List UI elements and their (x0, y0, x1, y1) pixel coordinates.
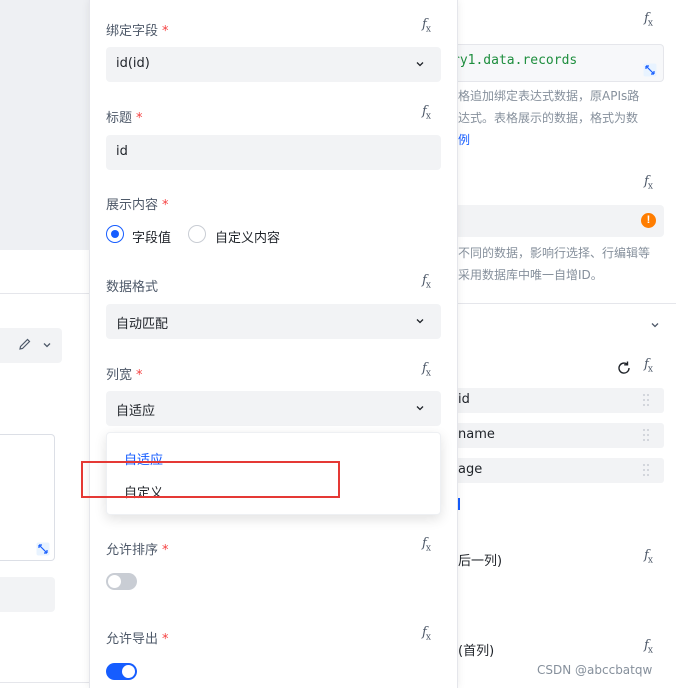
data-format-select[interactable]: 自动匹配 (106, 304, 441, 339)
pencil-icon[interactable] (18, 337, 32, 351)
help-text: 达式。表格展示的数据，格式为数 (458, 111, 639, 125)
column-field-row[interactable]: id (454, 388, 664, 413)
expand-icon[interactable] (643, 63, 657, 77)
allow-export-label: 允许导出 * (106, 632, 169, 647)
divider (458, 303, 676, 304)
chevron-down-icon (416, 406, 424, 411)
fx-icon[interactable]: fx (422, 17, 431, 35)
background-left-panel (0, 0, 90, 688)
chevron-down-icon (416, 319, 424, 324)
fx-icon[interactable]: fx (644, 638, 653, 656)
allow-export-toggle[interactable] (106, 663, 137, 680)
warning-icon: ! (641, 213, 656, 228)
column-width-select[interactable]: 自适应 (106, 391, 441, 426)
field-name: name (458, 427, 495, 442)
edit-dropdown[interactable] (0, 328, 62, 363)
primary-key-input[interactable]: ! (452, 205, 664, 237)
title-label: 标题 * (106, 111, 143, 126)
fx-icon[interactable]: fx (644, 11, 653, 29)
fx-icon[interactable]: fx (644, 174, 653, 192)
radio-field-value[interactable] (106, 225, 124, 243)
divider (0, 293, 90, 294)
bind-field-value: id(id) (116, 56, 150, 71)
toggle-knob (122, 665, 135, 678)
help-text: 不同的数据，影响行选择、行编辑等 (458, 246, 651, 260)
fx-icon[interactable]: fx (422, 273, 431, 291)
title-input[interactable]: id (106, 135, 441, 170)
data-source-expression[interactable]: ry1.data.records (452, 44, 664, 82)
expression-textarea[interactable] (0, 434, 55, 561)
expression-code: ry1.data.records (452, 53, 578, 68)
fx-icon[interactable]: fx (422, 625, 431, 643)
radio-label[interactable]: 自定义内容 (215, 227, 280, 246)
fx-icon[interactable]: fx (644, 548, 653, 566)
bind-field-label: 绑定字段 * (106, 24, 169, 39)
fx-icon[interactable]: fx (422, 104, 431, 122)
toggle-knob (108, 575, 121, 588)
display-content-label: 展示内容 * (106, 198, 169, 213)
title-value: id (116, 144, 128, 159)
help-text: 格追加绑定表达式数据，原APIs路 (458, 89, 640, 103)
divider (0, 682, 90, 683)
add-field-link[interactable] (458, 498, 460, 510)
column-field-row[interactable]: age (454, 458, 664, 483)
column-property-panel: 绑定字段 * fx id(id) 标题 * fx id 展示内容 * 字段值 自定义内… (89, 0, 458, 688)
drag-handle-icon[interactable] (642, 463, 650, 477)
column-width-dropdown: 自适应 自定义 (106, 432, 441, 515)
refresh-icon[interactable] (616, 360, 632, 376)
watermark: CSDN @abccbatqw (537, 663, 653, 677)
data-format-value: 自动匹配 (116, 317, 169, 332)
bind-field-select[interactable]: id(id) (106, 47, 441, 82)
dropdown-option-auto[interactable]: 自适应 (124, 449, 163, 468)
column-width-value: 自适应 (116, 404, 156, 419)
drag-handle-icon[interactable] (642, 428, 650, 442)
drag-handle-icon[interactable] (642, 393, 650, 407)
help-link-line: 例 (458, 130, 470, 150)
help-text: 采用数据库中唯一自增ID。 (458, 268, 603, 282)
field-name: id (458, 392, 470, 407)
fx-icon[interactable]: fx (422, 536, 431, 554)
fx-icon[interactable]: fx (422, 361, 431, 379)
dropdown-option-custom[interactable]: 自定义 (124, 482, 163, 501)
column-field-row[interactable]: name (454, 423, 664, 448)
allow-sort-label: 允许排序 * (106, 543, 169, 558)
canvas-area (0, 0, 90, 250)
fixed-right-label: 后一列) (458, 554, 503, 569)
radio-custom-content[interactable] (188, 225, 206, 243)
fixed-left-label: (首列) (458, 644, 495, 659)
column-width-label: 列宽 * (106, 368, 143, 383)
allow-sort-toggle[interactable] (106, 573, 137, 590)
chevron-down-icon (416, 62, 424, 67)
chevron-down-icon[interactable] (650, 320, 660, 330)
background-right-panel: fx ry1.data.records 格追加绑定表达式数据，原APIs路 达式… (452, 0, 676, 688)
field-name: age (458, 462, 483, 477)
example-link[interactable]: 例 (458, 133, 470, 147)
input-field[interactable] (0, 577, 55, 612)
fx-icon[interactable]: fx (644, 357, 653, 375)
data-format-label: 数据格式 (106, 280, 159, 295)
expand-icon[interactable] (36, 542, 50, 556)
chevron-down-icon (43, 343, 51, 348)
radio-label[interactable]: 字段值 (132, 227, 171, 246)
